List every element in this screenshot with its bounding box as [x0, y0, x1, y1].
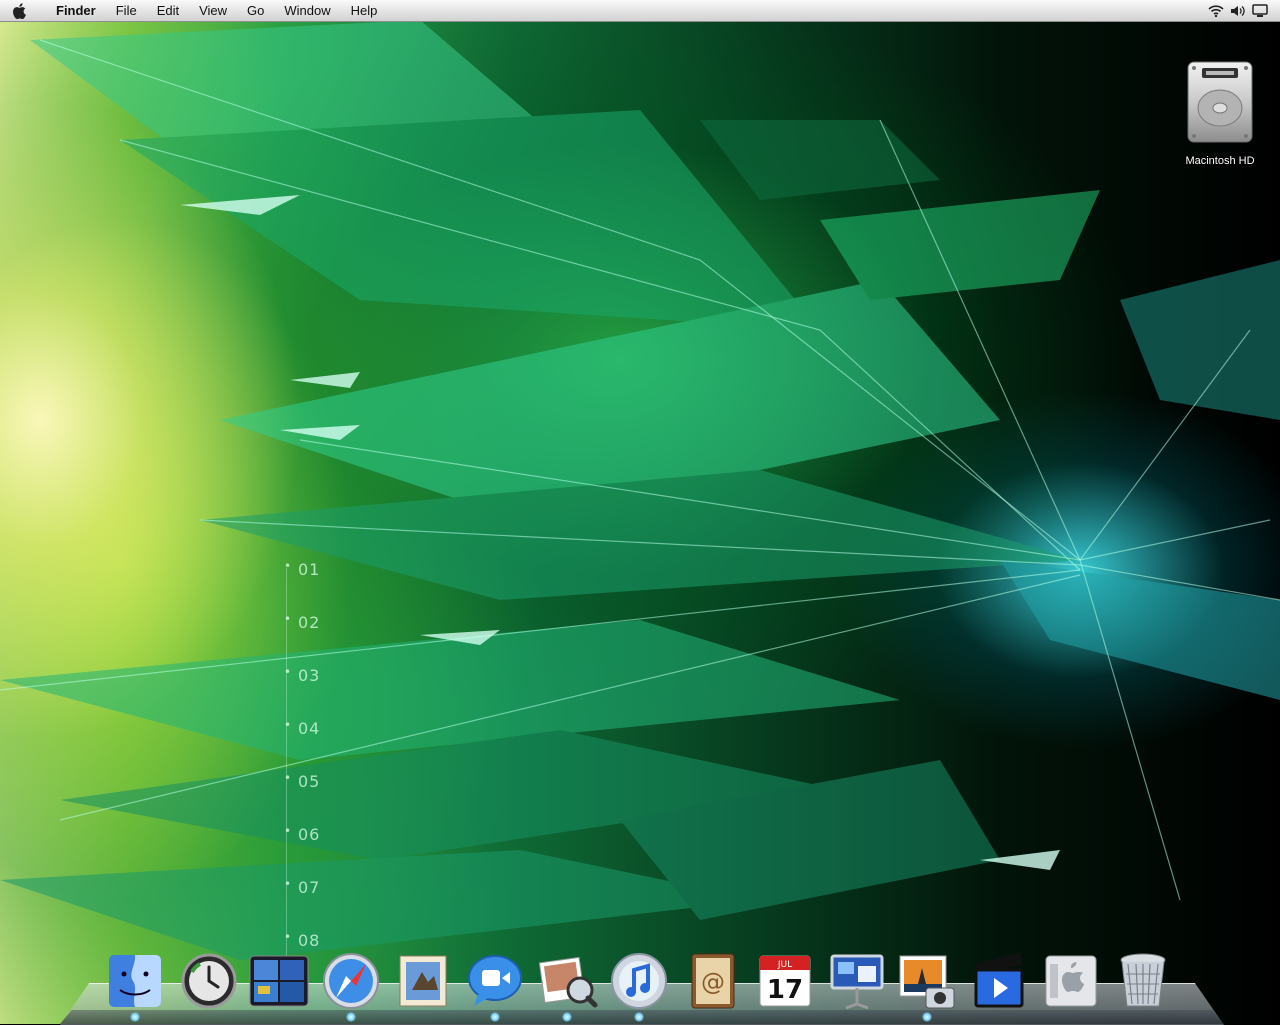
volume-icon[interactable] — [1230, 4, 1246, 18]
dock-item-keynote[interactable] — [826, 950, 888, 1012]
tick-label: 04 — [284, 718, 320, 738]
tick-label: 03 — [284, 665, 320, 685]
tick-label: 05 — [284, 771, 320, 791]
running-indicator — [346, 1012, 356, 1022]
menu-help[interactable]: Help — [341, 0, 388, 22]
menu-finder[interactable]: Finder — [46, 0, 106, 22]
tick-label: 01 — [284, 559, 320, 579]
imovie-icon — [974, 952, 1024, 1008]
dock-item-iphoto[interactable] — [896, 950, 958, 1022]
keynote-icon — [830, 954, 884, 1010]
menu-window[interactable]: Window — [274, 0, 340, 22]
hard-drive-icon — [1187, 61, 1253, 143]
tick-label: 02 — [284, 612, 320, 632]
apple-menu-icon[interactable] — [8, 0, 32, 22]
wallpaper-tick-scale: 01 02 03 04 05 06 07 08 — [284, 559, 344, 980]
menu-bar: Finder File Edit View Go Window Help — [0, 0, 1280, 22]
menu-view[interactable]: View — [189, 0, 237, 22]
dock-item-preview[interactable] — [536, 950, 598, 1022]
dock-item-safari[interactable] — [320, 950, 382, 1022]
ichat-icon — [468, 955, 522, 1006]
running-indicator — [490, 1012, 500, 1022]
desktop-icon-macintosh-hd[interactable]: Macintosh HD — [1172, 60, 1268, 167]
tick-label: 06 — [284, 824, 320, 844]
running-indicator — [634, 1012, 644, 1022]
finder-icon — [109, 955, 161, 1007]
dock-item-finder[interactable] — [104, 950, 166, 1022]
desktop-wallpaper: 01 02 03 04 05 06 07 08 — [0, 0, 1280, 1024]
dock-item-ical[interactable]: JUL 17 — [754, 950, 816, 1012]
menu-go[interactable]: Go — [237, 0, 274, 22]
spaces-icon — [249, 955, 309, 1007]
address-book-icon: @ — [691, 953, 735, 1009]
dock-item-itunes[interactable] — [608, 950, 670, 1022]
dock-item-ichat[interactable] — [464, 950, 526, 1022]
dock-item-address-book[interactable]: @ — [682, 950, 744, 1012]
dock-item-spaces[interactable] — [248, 950, 310, 1012]
dock: @ JUL 17 — [0, 946, 1280, 1024]
preview-icon — [538, 956, 598, 1008]
svg-text:@: @ — [701, 968, 725, 996]
running-indicator — [562, 1012, 572, 1022]
dock-item-mail[interactable] — [392, 950, 454, 1012]
menu-file[interactable]: File — [106, 0, 147, 22]
time-machine-icon — [181, 953, 237, 1009]
iphoto-icon — [899, 955, 955, 1009]
wallpaper-shards — [0, 20, 1280, 960]
ical-day: 17 — [767, 975, 803, 1005]
menu-extras — [1208, 0, 1268, 22]
desktop-icon-label: Macintosh HD — [1185, 155, 1255, 167]
ical-icon: JUL 17 — [759, 955, 811, 1007]
dock-item-system-preferences[interactable] — [1040, 950, 1102, 1012]
menu-edit[interactable]: Edit — [147, 0, 189, 22]
ical-month: JUL — [777, 960, 792, 970]
itunes-icon — [611, 953, 667, 1009]
system-preferences-icon — [1045, 955, 1097, 1007]
running-indicator — [130, 1012, 140, 1022]
dock-item-time-machine[interactable] — [178, 950, 240, 1012]
dock-item-imovie[interactable] — [968, 950, 1030, 1012]
safari-icon — [323, 953, 379, 1009]
tick-label: 07 — [284, 877, 320, 897]
mail-icon — [399, 955, 447, 1007]
running-indicator — [922, 1012, 932, 1022]
dock-item-trash[interactable] — [1112, 950, 1174, 1012]
wifi-icon[interactable] — [1208, 4, 1224, 18]
trash-icon — [1120, 953, 1166, 1007]
display-icon[interactable] — [1252, 4, 1268, 18]
